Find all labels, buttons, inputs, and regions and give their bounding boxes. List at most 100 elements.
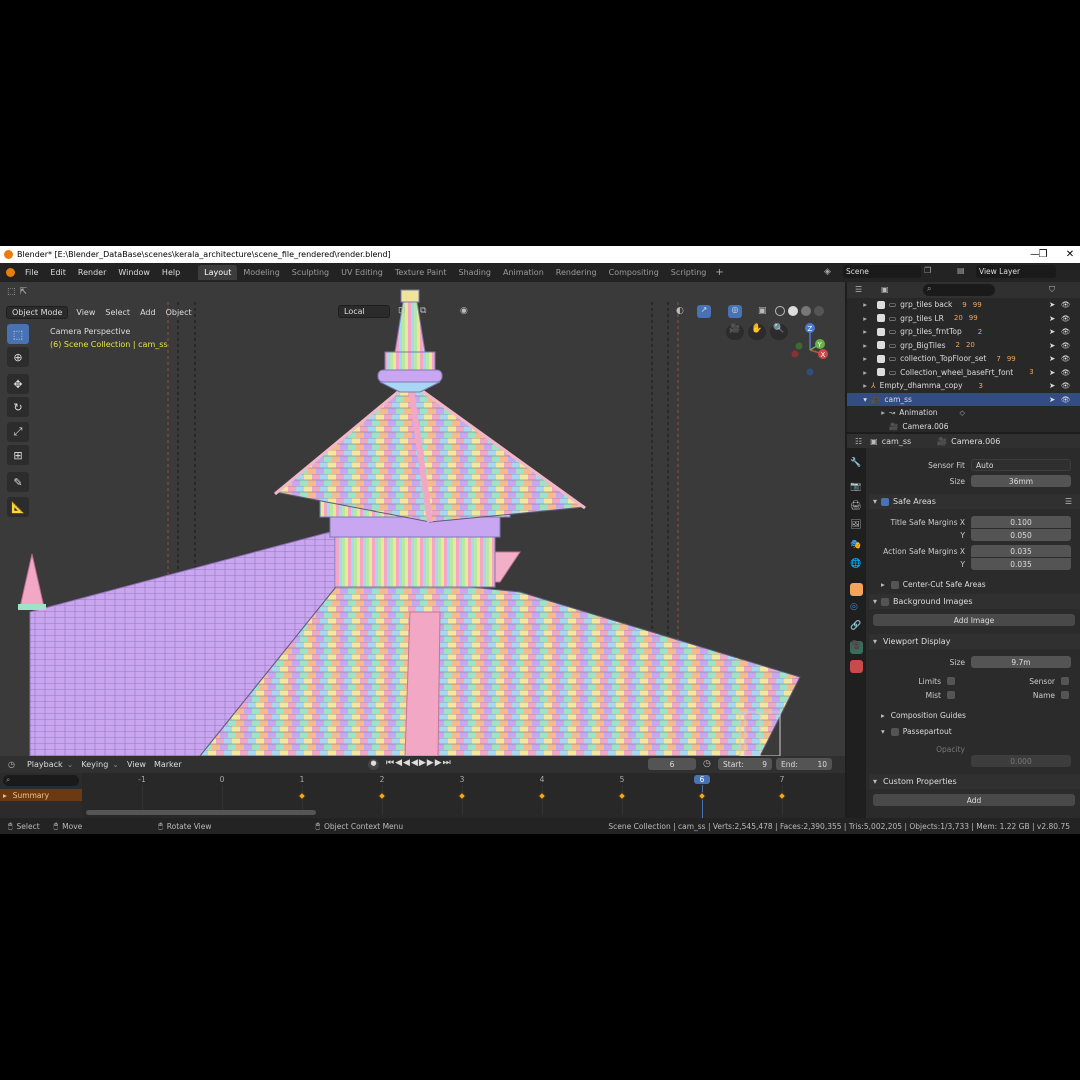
keyframe-diamond[interactable]	[617, 791, 627, 801]
select-menu[interactable]: Select	[100, 308, 135, 317]
sensor-checkbox[interactable]	[1061, 677, 1069, 685]
end-frame-field[interactable]: End: 10	[776, 758, 832, 770]
start-frame-field[interactable]: Start: 9	[718, 758, 772, 770]
eye-icon[interactable]: 👁	[1061, 327, 1071, 336]
tab-modeling[interactable]: Modeling	[237, 265, 285, 280]
center-cut-checkbox[interactable]	[890, 580, 899, 589]
playback-controls-icon[interactable]: ⏮◀◀◀▶▶▶⏭	[386, 758, 452, 768]
measure-tool-icon[interactable]: 📐	[7, 497, 29, 517]
select-icon[interactable]: ➤	[1049, 300, 1055, 309]
annotate-tool-icon[interactable]: ✎	[7, 472, 29, 492]
marker-menu[interactable]: Marker	[150, 760, 186, 769]
menu-window[interactable]: Window	[112, 268, 156, 277]
maximize-button[interactable]: ❐	[1028, 246, 1058, 263]
preview-range-icon[interactable]: ◷	[703, 759, 711, 769]
view-layer-tab-icon[interactable]: 🖼	[850, 520, 863, 533]
3d-viewport[interactable]: ⬚ ⇱ Object Mode View Select Add Object L…	[0, 282, 845, 756]
record-icon[interactable]: ●	[368, 759, 379, 770]
transform-tool-icon[interactable]: ⊞	[7, 445, 29, 465]
close-button[interactable]: ✕	[1055, 246, 1080, 263]
add-workspace-icon[interactable]: +	[715, 267, 723, 278]
outliner-row[interactable]: ▸ ▭ grp_BigTiles 2 20 ➤ 👁	[847, 339, 1080, 353]
menu-help[interactable]: Help	[156, 268, 186, 277]
row-checkbox[interactable]	[877, 341, 885, 350]
view-menu[interactable]: View	[71, 308, 100, 317]
current-frame-field[interactable]: 6	[648, 758, 696, 770]
select-icon[interactable]: ➤	[1049, 381, 1055, 390]
timeline-view-menu[interactable]: View	[123, 760, 150, 769]
outliner-row[interactable]: ▸ ▭ grp_tiles LR 20 99 ➤ 👁	[847, 312, 1080, 326]
eye-icon[interactable]: 👁	[1061, 381, 1071, 390]
viewport-tool-icon[interactable]: ⇱	[20, 287, 28, 297]
wireframe-shading-icon[interactable]	[775, 306, 785, 316]
scene-icon[interactable]: ◈	[824, 267, 831, 277]
object-mode-dropdown[interactable]: Object Mode	[6, 305, 69, 319]
outliner-row[interactable]: ▸ ▭ collection_TopFloor_set 7 99 ➤ 👁	[847, 352, 1080, 366]
sensor-size-field[interactable]: 36mm	[971, 475, 1071, 487]
keying-menu[interactable]: Keying	[77, 760, 112, 769]
tab-uv-editing[interactable]: UV Editing	[335, 265, 389, 280]
select-icon[interactable]: ➤	[1049, 327, 1055, 336]
tab-rendering[interactable]: Rendering	[550, 265, 603, 280]
passepartout-checkbox[interactable]	[890, 727, 899, 736]
view-layer-selector[interactable]: View Layer	[976, 265, 1056, 278]
camera-data-tab-icon[interactable]: 🎥	[850, 641, 863, 654]
select-icon[interactable]: ➤	[1049, 354, 1055, 363]
scene-tab-icon[interactable]: 🎭	[850, 540, 863, 553]
keyframe-diamond[interactable]	[777, 791, 787, 801]
filter-icon[interactable]: ⛉	[1049, 285, 1055, 295]
outliner-row[interactable]: ▸ ↝ Animation ◇	[847, 406, 1080, 420]
menu-file[interactable]: File	[19, 268, 44, 277]
add-property-button[interactable]: Add	[873, 794, 1075, 806]
safe-areas-panel-header[interactable]: ▾ Safe Areas ☰	[869, 494, 1080, 509]
camera-view-icon[interactable]: 🎥	[726, 324, 744, 340]
custom-properties-panel-header[interactable]: ▾ Custom Properties	[869, 774, 1080, 789]
action-safe-x-field[interactable]: 0.035	[971, 545, 1071, 557]
title-safe-y-field[interactable]: 0.050	[971, 529, 1071, 541]
new-scene-icon[interactable]: ❐	[924, 266, 931, 275]
eye-icon[interactable]: 👁	[1061, 300, 1071, 309]
safe-areas-checkbox[interactable]	[881, 497, 890, 506]
sensor-fit-dropdown[interactable]: Auto	[971, 459, 1071, 471]
opacity-field[interactable]: 0.000	[971, 755, 1071, 767]
world-tab-icon[interactable]: 🌐	[850, 559, 863, 572]
composition-guides-subpanel[interactable]: ▸ Composition Guides	[881, 711, 966, 720]
select-icon[interactable]: ➤	[1049, 341, 1055, 350]
title-safe-x-field[interactable]: 0.100	[971, 516, 1071, 528]
editor-type-icon[interactable]: ⬚	[7, 287, 16, 297]
row-checkbox[interactable]	[877, 368, 885, 377]
solid-shading-icon[interactable]	[788, 306, 798, 316]
display-size-field[interactable]: 9.7m	[971, 656, 1071, 668]
eye-icon[interactable]: 👁	[1061, 368, 1071, 377]
background-images-checkbox[interactable]	[881, 597, 890, 606]
menu-edit[interactable]: Edit	[44, 268, 72, 277]
eye-icon[interactable]: 👁	[1061, 314, 1071, 323]
eye-icon[interactable]: 👁	[1061, 354, 1071, 363]
snap-icon[interactable]: ⧉	[420, 306, 426, 316]
properties-editor-icon[interactable]: ☷	[855, 437, 862, 446]
cursor-tool-icon[interactable]: ⊕	[7, 347, 29, 367]
menu-render[interactable]: Render	[72, 268, 112, 277]
mist-checkbox[interactable]	[947, 691, 955, 699]
tab-scripting[interactable]: Scripting	[665, 265, 713, 280]
select-icon[interactable]: ➤	[1049, 395, 1055, 404]
background-images-panel-header[interactable]: ▾ Background Images	[869, 594, 1080, 609]
proportional-edit-icon[interactable]: ◉	[460, 306, 468, 316]
passepartout-subpanel[interactable]: ▾ Passepartout	[881, 727, 952, 736]
tab-sculpting[interactable]: Sculpting	[286, 265, 335, 280]
center-cut-subpanel[interactable]: ▸ Center-Cut Safe Areas	[881, 580, 986, 589]
presets-list-icon[interactable]: ☰	[1065, 497, 1072, 506]
tab-animation[interactable]: Animation	[497, 265, 550, 280]
gizmo-toggle-icon[interactable]: ↗	[697, 305, 711, 318]
name-checkbox[interactable]	[1061, 691, 1069, 699]
add-menu[interactable]: Add	[135, 308, 161, 317]
add-image-button[interactable]: Add Image	[873, 614, 1075, 626]
object-menu[interactable]: Object	[161, 308, 197, 317]
viewport-display-panel-header[interactable]: ▾ Viewport Display	[869, 634, 1080, 649]
keyframe-diamond[interactable]	[697, 791, 707, 801]
transform-orientation-dropdown[interactable]: Local	[338, 305, 390, 318]
visibility-icon[interactable]: ◐	[676, 306, 684, 316]
eye-icon[interactable]: 👁	[1061, 395, 1071, 404]
tool-tab-icon[interactable]: 🔧	[850, 458, 863, 471]
display-mode-icon[interactable]: ▣	[881, 285, 889, 294]
